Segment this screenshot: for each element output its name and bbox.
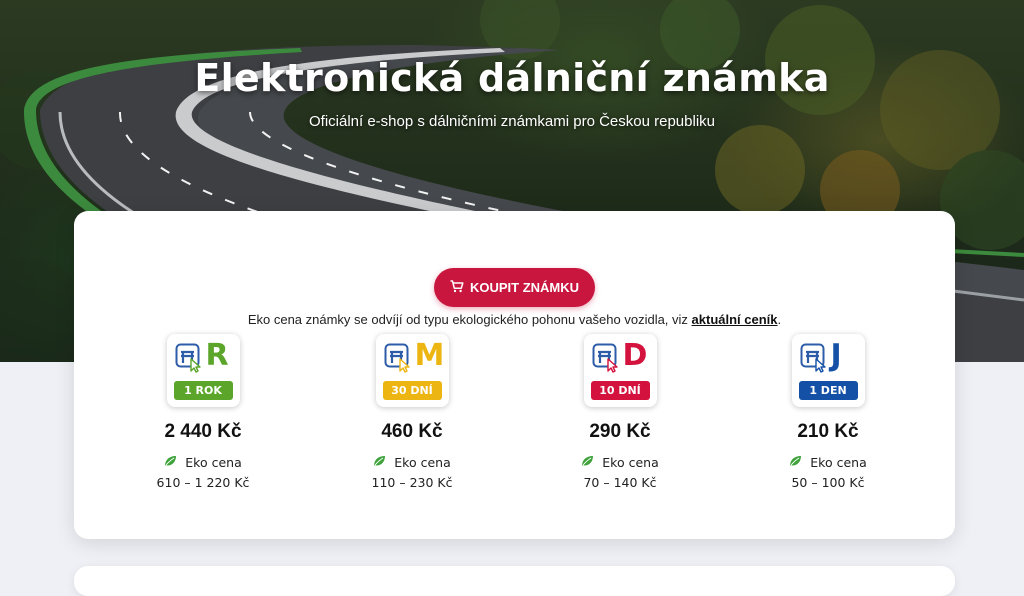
vignette-tile[interactable]: R 1 ROK (166, 334, 240, 407)
vignette-price: 210 Kč (797, 421, 859, 442)
eco-price-label: Eko cena (748, 455, 908, 470)
leaf-icon (373, 455, 386, 470)
validity-badge: 1 DEN (798, 381, 858, 400)
leaf-icon (164, 455, 177, 470)
leaf-icon (581, 455, 594, 470)
eco-price-end: . (777, 312, 782, 327)
vignette-letter: R (205, 338, 229, 373)
page-title: Elektronická dálniční známka (194, 56, 830, 100)
highway-vignette-logo-icon (592, 343, 618, 373)
eco-price-label: Eko cena (332, 455, 492, 470)
vignette-price: 460 Kč (381, 421, 443, 442)
eco-price-label: Eko cena (540, 455, 700, 470)
price-list-link[interactable]: aktuální ceník (692, 312, 778, 327)
product-card: KOUPIT ZNÁMKU Eko cena známky se odvíjí … (74, 211, 955, 539)
buy-vignette-label: KOUPIT ZNÁMKU (469, 280, 580, 295)
vignette-letter: M (414, 338, 445, 373)
eco-price-text: Eko cena známky se odvíjí od typu ekolog… (247, 312, 692, 327)
vignette-letter: J (830, 338, 842, 373)
eco-price-info: Eko cena známky se odvíjí od typu ekolog… (74, 312, 955, 327)
product-item[interactable]: J 1 DEN 210 Kč Eko cena 50 – 100 Kč (748, 334, 908, 490)
eco-price-range: 110 – 230 Kč (371, 475, 453, 490)
validity-badge: 1 ROK (173, 381, 233, 400)
eco-price-label: Eko cena (123, 455, 283, 470)
product-item[interactable]: M 30 DNÍ 460 Kč Eko cena 110 – 230 Kč (332, 334, 492, 490)
eco-label-text: Eko cena (185, 455, 242, 470)
highway-vignette-logo-icon (800, 343, 826, 373)
cart-icon (450, 279, 464, 296)
vignette-tile[interactable]: D 10 DNÍ (583, 334, 657, 407)
product-item[interactable]: R 1 ROK 2 440 Kč Eko cena 610 – 1 220 Kč (123, 334, 283, 490)
highway-vignette-logo-icon (384, 343, 410, 373)
vignette-price: 290 Kč (589, 421, 651, 442)
highway-vignette-logo-icon (175, 343, 201, 373)
leaf-icon (789, 455, 802, 470)
vignette-tile[interactable]: M 30 DNÍ (375, 334, 449, 407)
eco-price-range: 610 – 1 220 Kč (156, 475, 250, 490)
validity-badge: 10 DNÍ (590, 381, 650, 400)
product-item[interactable]: D 10 DNÍ 290 Kč Eko cena 70 – 140 Kč (540, 334, 700, 490)
vignette-tile[interactable]: J 1 DEN (791, 334, 865, 407)
eco-price-range: 70 – 140 Kč (583, 475, 657, 490)
buy-vignette-button[interactable]: KOUPIT ZNÁMKU (434, 268, 595, 307)
vignette-price: 2 440 Kč (164, 421, 242, 442)
page-subtitle: Oficiální e-shop s dálničními známkami p… (308, 113, 715, 130)
eco-label-text: Eko cena (602, 455, 659, 470)
eco-label-text: Eko cena (394, 455, 451, 470)
validity-badge: 30 DNÍ (382, 381, 442, 400)
eco-price-range: 50 – 100 Kč (791, 475, 865, 490)
eco-label-text: Eko cena (810, 455, 867, 470)
vignette-letter: D (622, 338, 648, 373)
next-section-card (74, 566, 955, 596)
